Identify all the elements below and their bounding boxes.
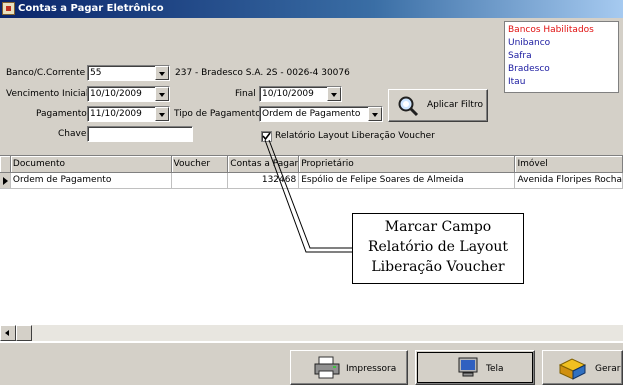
bottom-toolbar: Impressora Tela Gerar	[0, 343, 623, 385]
tela-label: Tela	[486, 364, 504, 374]
callout-pointer	[264, 139, 352, 253]
printer-icon	[314, 356, 340, 379]
callout-line-3: Liberação Voucher	[371, 259, 505, 275]
callout-annotation: Marcar Campo Relatório de Layout Liberaç…	[352, 213, 524, 284]
impressora-label: Impressora	[346, 364, 397, 374]
gerar-label: Gerar	[595, 364, 621, 374]
tela-button[interactable]: Tela	[415, 350, 535, 385]
monitor-icon	[458, 357, 478, 377]
impressora-button[interactable]: Impressora	[290, 350, 408, 385]
callout-line-2: Relatório de Layout	[367, 239, 509, 255]
callout-line-1: Marcar Campo	[384, 219, 492, 235]
generate-icon	[558, 358, 587, 380]
gerar-button[interactable]: Gerar	[542, 350, 623, 385]
